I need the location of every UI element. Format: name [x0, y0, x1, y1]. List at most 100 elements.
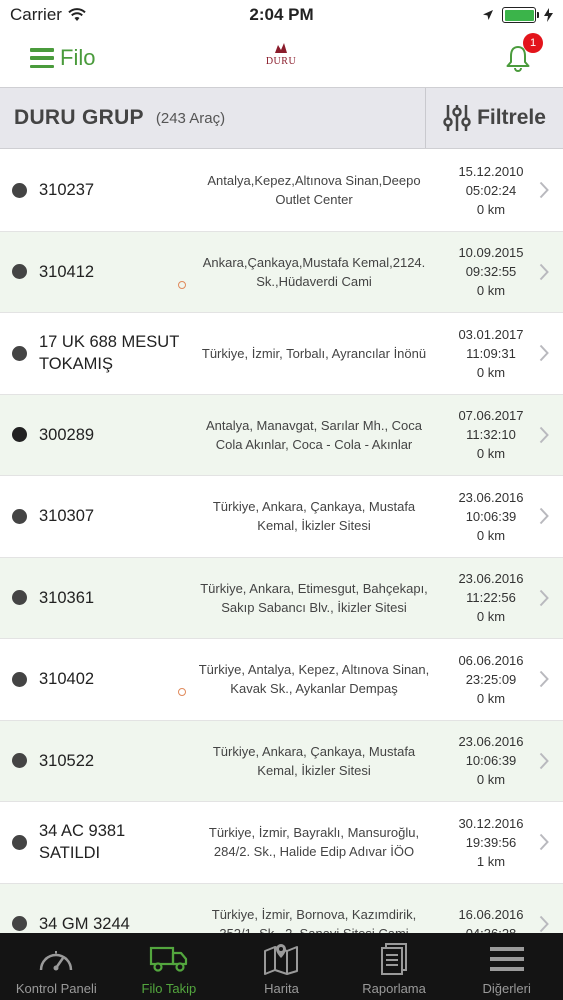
vehicle-plate: 17 UK 688 MESUT TOKAMIŞ [39, 333, 180, 374]
status-dot-icon [12, 916, 27, 932]
vehicle-date: 06.06.2016 [458, 652, 524, 668]
vehicle-address: Türkiye, Ankara, Çankaya, Mustafa Kemal,… [212, 743, 416, 778]
vehicle-row[interactable]: 310412 Ankara,Çankaya,Mustafa Kemal,2124… [0, 231, 563, 313]
battery-icon [502, 7, 539, 23]
status-dot-icon [12, 264, 27, 280]
vehicle-row[interactable]: 17 UK 688 MESUT TOKAMIŞ Türkiye, İzmir, … [0, 313, 563, 395]
vehicle-row[interactable]: 310402 Türkiye, Antalya, Kepez, Altınova… [0, 639, 563, 721]
menu-button[interactable]: Filo [30, 45, 95, 71]
vehicle-km: 0 km [476, 527, 506, 543]
chevron-right-icon [539, 263, 549, 280]
company-logo: DURU [266, 42, 296, 72]
vehicle-time: 23:25:09 [465, 671, 517, 687]
vehicle-time: 11:32:10 [466, 427, 516, 443]
location-arrow-icon [483, 10, 493, 20]
vehicle-date: 16.06.2016 [458, 906, 524, 922]
vehicle-plate: 310307 [39, 507, 95, 526]
logo-text: DURU [265, 56, 297, 67]
vehicle-time: 11:22:56 [466, 590, 516, 606]
status-dot-icon [12, 345, 27, 361]
vehicle-km: 0 km [476, 283, 506, 299]
status-dot-icon [12, 427, 27, 443]
vehicle-time: 19:39:56 [465, 834, 517, 850]
vehicle-row[interactable]: 310307 Türkiye, Ankara, Çankaya, Mustafa… [0, 476, 563, 558]
vehicle-info: 30.12.2016 19:39:56 1 km [445, 814, 537, 871]
vehicle-km: 0 km [476, 690, 506, 706]
tab-label: Diğerleri [482, 981, 531, 996]
vehicle-plate: 310402 [39, 670, 95, 689]
menu-icon [489, 947, 524, 971]
vehicle-info: 10.09.2015 09:32:55 0 km [445, 243, 537, 300]
vehicle-date: 30.12.2016 [458, 815, 524, 831]
vehicle-info: 16.06.2016 04:36:28 [445, 905, 537, 933]
vehicle-row[interactable]: 310522 Türkiye, Ankara, Çankaya, Mustafa… [0, 720, 563, 802]
tab-raporlama[interactable]: Raporlama [338, 933, 451, 1000]
vehicle-info: 23.06.2016 11:22:56 0 km [445, 569, 537, 626]
vehicle-row[interactable]: 34 GM 3244 Türkiye, İzmir, Bornova, Kazı… [0, 883, 563, 933]
notifications-button[interactable]: 1 [503, 33, 543, 73]
vehicle-address: Türkiye, İzmir, Bornova, Kazımdirik, 352… [211, 906, 417, 933]
tab-harita[interactable]: Harita [225, 933, 338, 1000]
vehicle-plate: 300289 [39, 425, 95, 444]
truck-icon [149, 946, 187, 972]
vehicle-km: 0 km [476, 609, 506, 625]
chevron-right-icon [539, 589, 549, 606]
vehicle-date: 03.01.2017 [458, 326, 524, 342]
vehicle-time: 10:06:39 [465, 508, 517, 524]
vehicle-address: Antalya, Manavgat, Sarılar Mh., Coca Col… [205, 417, 423, 452]
vehicle-plate: 310412 [39, 262, 95, 281]
vehicle-date: 15.12.2010 [458, 163, 524, 179]
vehicle-km: 0 km [476, 772, 506, 788]
gauge-icon [40, 951, 73, 971]
tab-kontrol-paneli[interactable]: Kontrol Paneli [0, 933, 113, 1000]
vehicle-list[interactable]: 310237 Antalya,Kepez,Altınova Sinan,Deep… [0, 150, 563, 933]
vehicle-address: Türkiye, Ankara, Etimesgut, Bahçekapı, S… [200, 580, 428, 615]
logo-mark-icon [274, 42, 288, 56]
tab-label: Filo Takip [141, 981, 197, 996]
marker-icon [178, 280, 186, 289]
vehicle-row[interactable]: 310237 Antalya,Kepez,Altınova Sinan,Deep… [0, 150, 563, 232]
nav-title: Filo [60, 45, 96, 70]
vehicle-address: Türkiye, Antalya, Kepez, Altınova Sinan,… [198, 662, 430, 697]
vehicle-plate: 34 AC 9381 SATILDI [39, 822, 126, 863]
vehicle-km: 0 km [476, 364, 506, 380]
chevron-right-icon [539, 752, 549, 769]
vehicle-time: 04:36:28 [445, 924, 537, 933]
vehicle-address: Türkiye, Ankara, Çankaya, Mustafa Kemal,… [212, 499, 416, 534]
vehicle-info: 06.06.2016 23:25:09 0 km [445, 651, 537, 708]
vehicle-date: 23.06.2016 [458, 571, 524, 587]
marker-icon [178, 688, 186, 696]
vehicle-address: Ankara,Çankaya,Mustafa Kemal,2124. Sk.,H… [202, 254, 426, 289]
vehicle-row[interactable]: 310361 Türkiye, Ankara, Etimesgut, Bahçe… [0, 557, 563, 639]
chevron-right-icon [539, 915, 549, 932]
vehicle-plate: 34 GM 3244 [39, 914, 130, 933]
vehicle-date: 10.09.2015 [458, 245, 524, 261]
chevron-right-icon [539, 671, 549, 688]
tab-label: Harita [264, 981, 299, 996]
status-bar: Carrier 2:04 PM [0, 0, 563, 30]
chevron-right-icon [539, 834, 549, 851]
wifi-icon [68, 8, 86, 21]
vehicle-info: 23.06.2016 10:06:39 0 km [445, 488, 537, 545]
vehicle-time: 05:02:24 [465, 182, 517, 198]
notification-badge: 1 [523, 33, 543, 53]
chevron-right-icon [539, 182, 549, 199]
hamburger-icon [30, 48, 54, 68]
tab-digerleri[interactable]: Diğerleri [450, 933, 563, 1000]
charging-icon [544, 8, 553, 22]
vehicle-count: (243 Araç) [155, 109, 226, 127]
vehicle-km: 0 km [476, 446, 506, 462]
vehicle-address: Türkiye, İzmir, Bayraklı, Mansuroğlu, 28… [208, 825, 420, 860]
vehicle-row[interactable]: 300289 Antalya, Manavgat, Sarılar Mh., C… [0, 394, 563, 476]
vehicle-date: 23.06.2016 [458, 734, 524, 750]
status-dot-icon [12, 753, 27, 769]
vehicle-plate: 310522 [39, 751, 95, 770]
nav-bar: Filo DURU 1 [0, 30, 563, 86]
report-icon [381, 943, 408, 975]
filter-button[interactable]: Filtrele [425, 88, 563, 148]
map-icon [264, 944, 299, 975]
tab-filo-takip[interactable]: Filo Takip [113, 933, 226, 1000]
vehicle-row[interactable]: 34 AC 9381 SATILDI Türkiye, İzmir, Bayra… [0, 802, 563, 884]
filter-label: Filtrele [477, 106, 546, 129]
chevron-right-icon [539, 426, 549, 443]
